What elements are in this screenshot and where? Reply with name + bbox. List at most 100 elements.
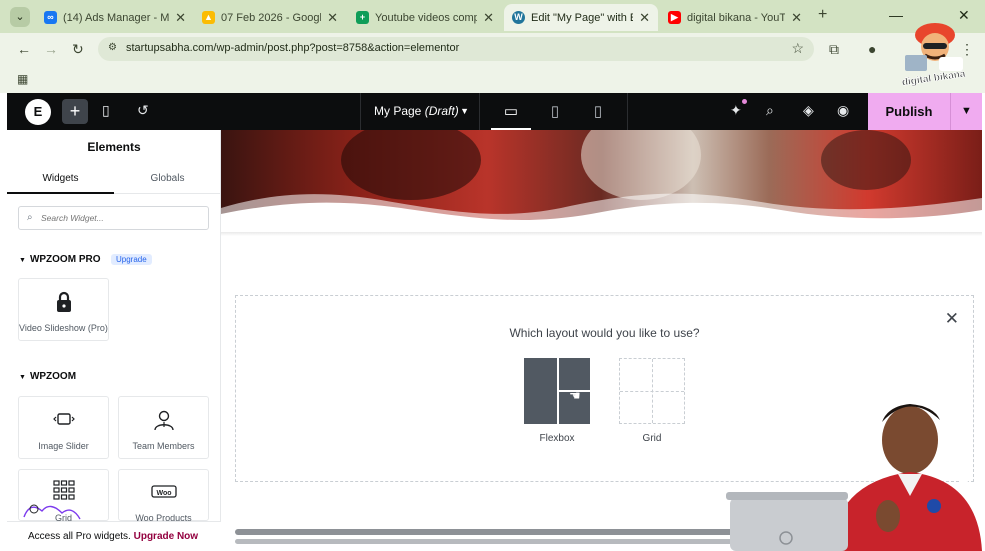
widget-label: Video Slideshow (Pro) <box>19 323 108 333</box>
page-status: (Draft) <box>424 104 459 118</box>
extensions-icon[interactable]: ⧉ <box>829 41 839 58</box>
chevron-down-icon: ▼ <box>460 106 469 116</box>
widget-label: Image Slider <box>38 441 89 451</box>
google-sheets-icon: + <box>356 11 369 24</box>
structure-layers-icon[interactable]: ◈ <box>803 102 814 119</box>
logo-text: digital bikana <box>901 69 966 87</box>
history-icon[interactable]: ↺ <box>137 102 149 119</box>
wordpress-icon: W <box>512 11 525 24</box>
promo-text: Access all Pro widgets. <box>28 531 131 542</box>
browser-tab-strip: ⌄ ∞ (14) Ads Manager - Mana ✕ ▲ 07 Feb 2… <box>0 0 985 33</box>
meta-icon: ∞ <box>44 11 57 24</box>
close-tab-icon[interactable]: ✕ <box>639 10 650 26</box>
notification-dot <box>742 99 747 104</box>
mobile-view-icon[interactable]: ▯ <box>578 93 618 130</box>
widget-team-members[interactable]: Team Members <box>118 396 209 459</box>
search-icon: ⌕ <box>27 212 33 223</box>
upgrade-now-link[interactable]: Upgrade Now <box>134 531 198 542</box>
close-tab-icon[interactable]: ✕ <box>483 10 494 26</box>
screen: ⌄ ∞ (14) Ads Manager - Mana ✕ ▲ 07 Feb 2… <box>0 0 985 551</box>
bookmarks-bar: ▦ <box>0 65 985 93</box>
notifications-icon[interactable]: ✦ <box>730 102 742 119</box>
page-settings-icon[interactable]: ▯ <box>102 102 110 119</box>
flexbox-label: Flexbox <box>539 433 575 444</box>
widget-video-slideshow-pro[interactable]: Video Slideshow (Pro) <box>18 278 109 341</box>
widget-image-slider[interactable]: Image Slider <box>18 396 109 459</box>
back-icon[interactable]: ← <box>17 41 31 57</box>
grid-label: Grid <box>642 433 662 444</box>
close-tab-icon[interactable]: ✕ <box>175 10 186 26</box>
elementor-logo-icon[interactable]: E <box>25 99 51 125</box>
profile-avatar-icon[interactable]: ● <box>868 41 876 57</box>
browser-tab-active[interactable]: W Edit "My Page" with Elem ✕ <box>504 4 658 31</box>
publish-options-chevron-icon[interactable]: ▼ <box>950 93 982 130</box>
section-shadow <box>221 232 982 236</box>
tab-title: Edit "My Page" with Elem <box>531 11 633 24</box>
browser-tab[interactable]: ▶ digital bikana - YouTube ✕ <box>660 4 810 31</box>
elements-panel: Elements Widgets Globals ⌕ ▼WPZOOM PRO U… <box>7 130 221 551</box>
category-label: WPZOOM <box>29 371 77 382</box>
close-tab-icon[interactable]: ✕ <box>327 10 338 26</box>
forward-icon[interactable]: → <box>44 41 58 57</box>
tab-search-chevron-icon[interactable]: ⌄ <box>10 7 30 27</box>
apps-grid-icon[interactable]: ▦ <box>17 72 28 86</box>
page-name: My Page <box>374 104 422 118</box>
tab-title: 07 Feb 2026 - Google Dr <box>221 11 321 24</box>
divider <box>620 391 684 392</box>
grid-layout-option[interactable] <box>619 358 685 424</box>
site-info-icon[interactable]: ⚙ <box>108 42 117 53</box>
horizontal-scrollbar[interactable] <box>235 529 755 535</box>
category-wpzoom-pro[interactable]: ▼ WPZOOM PRO <box>19 254 101 265</box>
tab-globals[interactable]: Globals <box>114 166 221 194</box>
publish-button[interactable]: Publish <box>868 93 950 130</box>
wave-divider <box>221 193 982 235</box>
widget-label: Team Members <box>132 441 195 451</box>
panel-title: Elements <box>87 140 141 154</box>
url-text: startupsabha.com/wp-admin/post.php?post=… <box>126 42 460 54</box>
youtube-icon: ▶ <box>668 11 681 24</box>
panel-tabs: Widgets Globals <box>7 166 221 194</box>
address-bar[interactable]: ⚙ startupsabha.com/wp-admin/post.php?pos… <box>98 37 814 61</box>
category-wpzoom[interactable]: ▼ WPZOOM <box>19 371 76 382</box>
upgrade-badge[interactable]: Upgrade <box>111 254 152 265</box>
browser-tab[interactable]: ▲ 07 Feb 2026 - Google Dr ✕ <box>194 4 346 31</box>
cartoon-doodle-icon <box>23 504 81 520</box>
cartoon-mascot-icon: digital bikana <box>901 23 967 89</box>
browser-tab[interactable]: + Youtube videos complet ✕ <box>348 4 502 31</box>
category-label: WPZOOM PRO <box>29 254 101 265</box>
search-input[interactable] <box>41 210 201 226</box>
slider-icon <box>19 409 108 432</box>
page-selector[interactable]: My Page (Draft) ▼ <box>360 93 480 130</box>
bookmark-star-icon[interactable]: ☆ <box>791 40 804 57</box>
widget-woo-products[interactable]: Woo Woo Products <box>118 469 209 523</box>
person-icon <box>119 409 208 437</box>
browser-toolbar: ← → ↻ ⚙ startupsabha.com/wp-admin/post.p… <box>0 33 985 65</box>
widget-search[interactable]: ⌕ <box>18 206 209 230</box>
presenter-webcam <box>720 392 982 551</box>
google-drive-icon: ▲ <box>202 11 215 24</box>
caret-down-icon: ▼ <box>19 374 26 381</box>
browser-tab[interactable]: ∞ (14) Ads Manager - Mana ✕ <box>36 4 194 31</box>
reload-icon[interactable]: ↻ <box>72 41 84 58</box>
tab-widgets[interactable]: Widgets <box>7 166 114 194</box>
hero-image <box>221 130 982 235</box>
add-element-button[interactable]: + <box>62 99 88 124</box>
caret-down-icon: ▼ <box>19 257 26 264</box>
svg-text:Woo: Woo <box>156 490 171 497</box>
layout-question: Which layout would you like to use? <box>509 326 700 340</box>
horizontal-scrollbar[interactable] <box>235 539 755 544</box>
responsive-mode-switcher: ▭ ▯ ▯ <box>480 93 628 130</box>
tab-title: Youtube videos complet <box>375 11 478 24</box>
close-tab-icon[interactable]: ✕ <box>791 10 802 26</box>
woo-icon: Woo <box>119 482 208 505</box>
channel-logo: digital bikana <box>895 15 973 89</box>
preview-eye-icon[interactable]: ◉ <box>837 102 849 119</box>
desktop-view-icon[interactable]: ▭ <box>491 93 531 130</box>
tab-title: digital bikana - YouTube <box>687 11 786 24</box>
hand-cursor-icon: ☚ <box>569 388 581 403</box>
new-tab-icon[interactable]: + <box>818 6 827 24</box>
tab-title: (14) Ads Manager - Mana <box>63 11 170 24</box>
elementor-top-bar: E + ▯ ↺ My Page (Draft) ▼ ▭ ▯ ▯ ✦ ⌕ ◈ ◉ … <box>7 93 982 130</box>
search-icon[interactable]: ⌕ <box>766 102 774 119</box>
tablet-view-icon[interactable]: ▯ <box>535 93 575 130</box>
